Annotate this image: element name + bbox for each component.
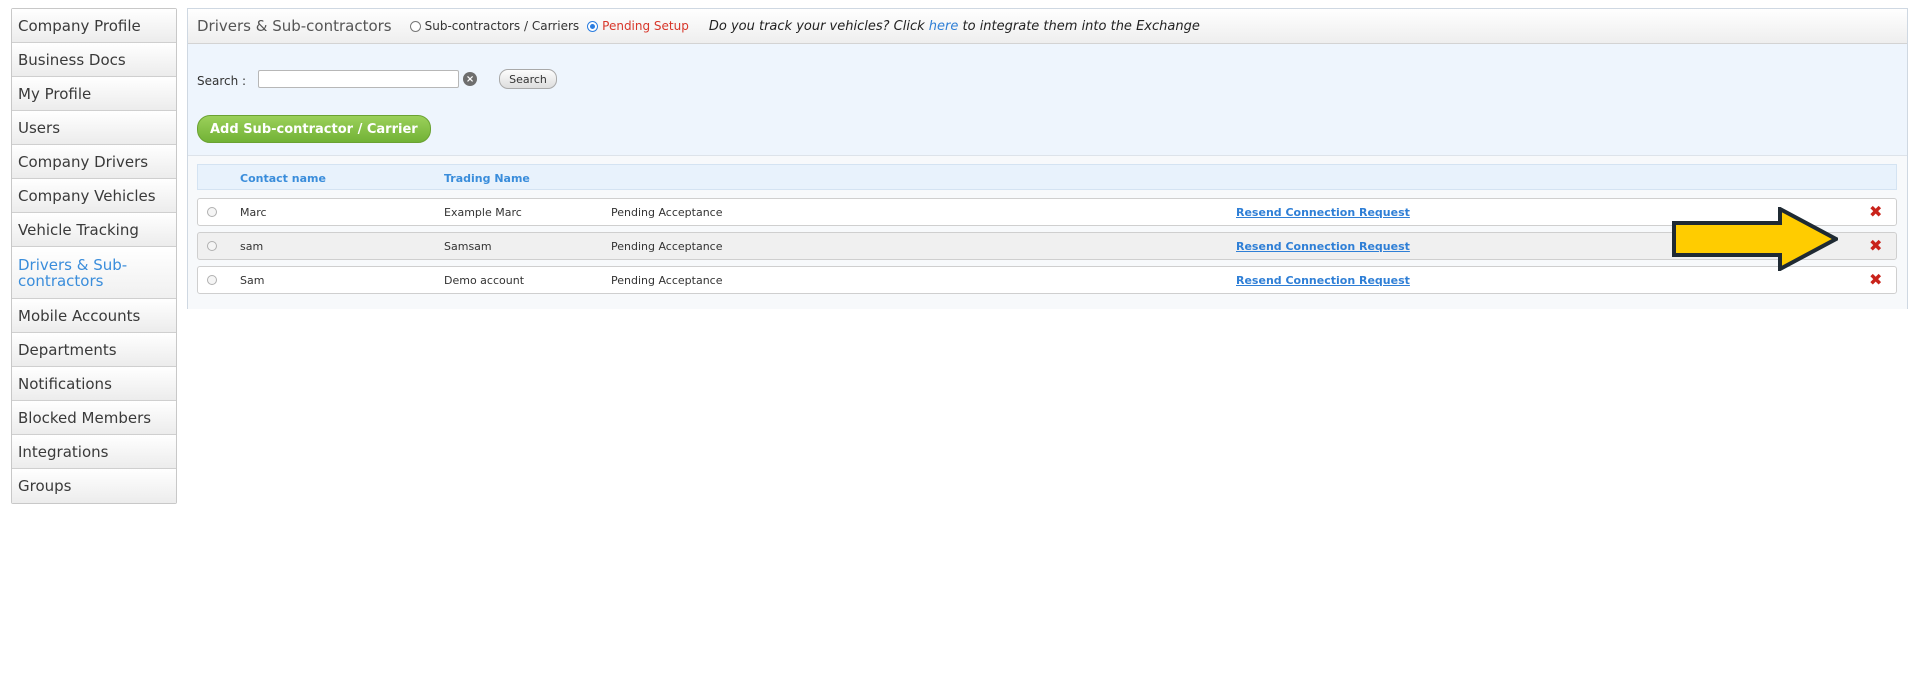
radio-label: Pending Setup	[602, 19, 689, 33]
notice-text-after: to integrate them into the Exchange	[962, 18, 1200, 34]
delete-icon[interactable]: ✖	[1869, 270, 1882, 289]
table-row: sam Samsam Pending Acceptance Resend Con…	[197, 232, 1897, 260]
contact-name: Marc	[240, 206, 267, 219]
sidebar-item-business-docs[interactable]: Business Docs	[12, 43, 176, 77]
table-row: Sam Demo account Pending Acceptance Rese…	[197, 266, 1897, 294]
sidebar: Company Profile Business Docs My Profile…	[11, 8, 177, 504]
list-header: Contact name Trading Name	[197, 164, 1897, 190]
status-text: Pending Acceptance	[611, 274, 723, 287]
sidebar-item-drivers-subcontractors[interactable]: Drivers & Sub-contractors	[12, 247, 176, 299]
main-panel: Drivers & Sub-contractors Sub-contractor…	[187, 8, 1908, 309]
sidebar-item-company-vehicles[interactable]: Company Vehicles	[12, 179, 176, 213]
clear-search-icon[interactable]: ×	[463, 72, 478, 86]
row-select-radio[interactable]	[207, 241, 217, 251]
trading-name: Samsam	[444, 240, 492, 253]
column-trading-name[interactable]: Trading Name	[444, 172, 530, 185]
integration-link[interactable]: here	[929, 19, 959, 34]
radio-circle[interactable]	[409, 20, 421, 32]
sidebar-item-company-drivers[interactable]: Company Drivers	[12, 145, 176, 179]
annotation-arrow-icon	[1672, 207, 1838, 271]
row-select-radio[interactable]	[207, 207, 217, 217]
trading-name: Demo account	[444, 274, 525, 287]
integration-notice: Do you track your vehicles? Click here t…	[709, 19, 1200, 34]
resend-request-link[interactable]: Resend Connection Request	[1236, 274, 1410, 287]
resend-request-link[interactable]: Resend Connection Request	[1236, 240, 1410, 253]
search-input[interactable]	[258, 70, 460, 88]
subcontractor-list: Contact name Trading Name Marc Example M…	[188, 155, 1907, 309]
delete-icon[interactable]: ✖	[1869, 236, 1882, 255]
sidebar-item-notifications[interactable]: Notifications	[12, 367, 176, 401]
sidebar-item-departments[interactable]: Departments	[12, 333, 176, 367]
radio-pending-setup[interactable]: Pending Setup	[587, 19, 689, 33]
table-row: Marc Example Marc Pending Acceptance Res…	[197, 198, 1897, 226]
contact-name: sam	[240, 240, 264, 253]
sidebar-item-groups[interactable]: Groups	[12, 469, 176, 503]
sidebar-item-vehicle-tracking[interactable]: Vehicle Tracking	[12, 213, 176, 247]
radio-subcontractors-carriers[interactable]: Sub-contractors / Carriers	[409, 19, 580, 33]
resend-request-link[interactable]: Resend Connection Request	[1236, 206, 1410, 219]
add-subcontractor-button[interactable]: Add Sub-contractor / Carrier	[197, 115, 431, 143]
sidebar-item-my-profile[interactable]: My Profile	[12, 77, 176, 111]
trading-name: Example Marc	[444, 206, 522, 219]
page-title: Drivers & Sub-contractors	[197, 17, 392, 35]
radio-circle-checked[interactable]	[587, 20, 599, 32]
notice-text-before: Do you track your vehicles? Click	[708, 18, 925, 34]
search-label: Search :	[197, 74, 247, 88]
sidebar-item-integrations[interactable]: Integrations	[12, 435, 176, 469]
search-row: Search : × Search	[197, 69, 557, 89]
row-select-radio[interactable]	[207, 275, 217, 285]
status-text: Pending Acceptance	[611, 240, 723, 253]
status-text: Pending Acceptance	[611, 206, 723, 219]
panel-header: Drivers & Sub-contractors Sub-contractor…	[188, 9, 1907, 44]
search-button[interactable]: Search	[499, 69, 557, 89]
sidebar-item-users[interactable]: Users	[12, 111, 176, 145]
radio-label: Sub-contractors / Carriers	[424, 19, 580, 33]
column-contact-name[interactable]: Contact name	[240, 172, 326, 185]
sidebar-item-mobile-accounts[interactable]: Mobile Accounts	[12, 299, 176, 333]
delete-icon[interactable]: ✖	[1869, 202, 1882, 221]
arrow-shape	[1672, 207, 1838, 271]
sidebar-item-company-profile[interactable]: Company Profile	[12, 9, 176, 43]
sidebar-item-blocked-members[interactable]: Blocked Members	[12, 401, 176, 435]
contact-name: Sam	[240, 274, 265, 287]
